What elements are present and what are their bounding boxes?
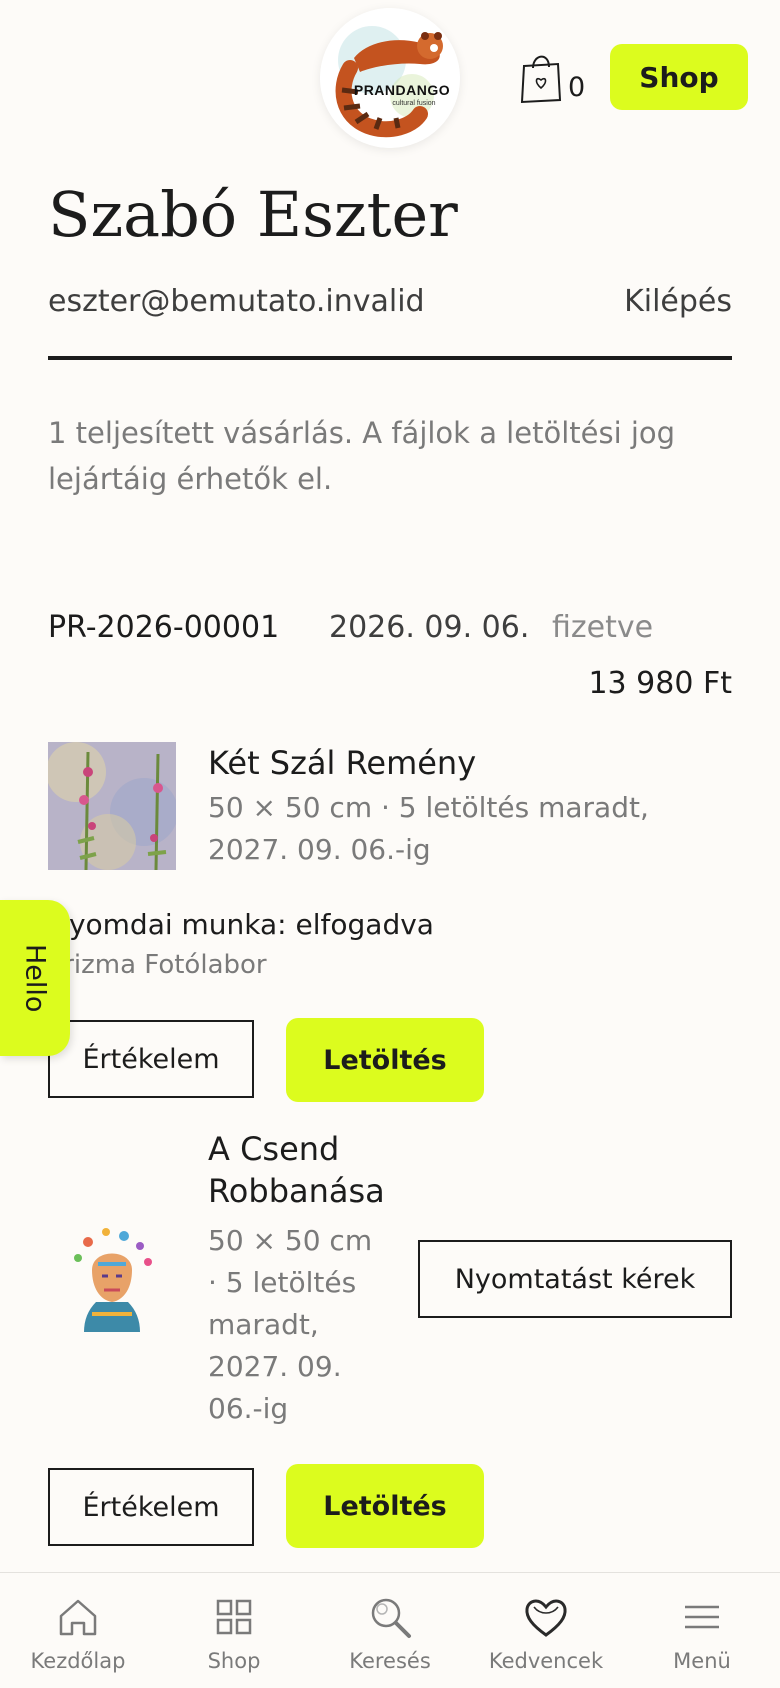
nav-label: Menü (673, 1649, 731, 1673)
item-title: A Csend Robbanása (208, 1130, 385, 1210)
hello-chat-tab[interactable]: Hello (0, 900, 70, 1056)
download-button[interactable]: Letöltés (286, 1018, 484, 1102)
user-email: eszter@bemutato.invalid (48, 284, 425, 319)
order-id: PR-2026-00001 (48, 610, 280, 645)
download-button[interactable]: Letöltés (286, 1464, 484, 1548)
user-name: Szabó Eszter (48, 178, 458, 251)
red-panda-logo-image (320, 8, 460, 148)
logo-wordmark: PRANDANGO (353, 82, 451, 98)
item-meta: 50 × 50 cm · 5 letöltés maradt, 2027. 09… (208, 791, 649, 866)
nav-item-home[interactable]: Kezdőlap (0, 1573, 156, 1688)
print-lab-name: Prizma Fotólabor (48, 950, 267, 980)
print-job-status: Nyomdai munka: elfogadva (48, 908, 434, 941)
review-button[interactable]: Értékelem (48, 1020, 254, 1098)
purchase-summary: 1 teljesített vásárlás. A fájlok a letöl… (48, 416, 676, 496)
nav-label: Keresés (349, 1649, 431, 1673)
brand-logo[interactable]: PRANDANGO cultural fusion (320, 8, 460, 148)
order-total: 13 980 Ft (588, 666, 732, 701)
artwork-thumbnail[interactable] (48, 1214, 176, 1342)
shopping-bag-icon[interactable] (518, 48, 564, 104)
nav-label: Kezdőlap (30, 1649, 126, 1673)
divider (48, 356, 732, 360)
logout-link[interactable]: Kilépés (624, 284, 732, 319)
request-print-button[interactable]: Nyomtatást kérek (418, 1240, 732, 1318)
order-status: fizetve (552, 610, 654, 645)
nav-item-search[interactable]: Keresés (312, 1573, 468, 1688)
cart-count: 0 (568, 72, 586, 103)
item-meta: 50 × 50 cm · 5 letöltés maradt, 2027. 09… (208, 1224, 373, 1425)
bottom-navigation: Kezdőlap Shop Keresés Kedvencek Menü (0, 1572, 780, 1688)
logo-tagline: cultural fusion (392, 100, 436, 107)
nav-label: Shop (207, 1649, 261, 1673)
grid-icon (216, 1599, 252, 1635)
nav-item-menu[interactable]: Menü (624, 1573, 780, 1688)
nav-item-favorites[interactable]: Kedvencek (468, 1573, 624, 1688)
search-icon (371, 1598, 411, 1638)
item-title: Két Szál Remény (208, 744, 477, 782)
nav-item-shop[interactable]: Shop (156, 1573, 312, 1688)
order-date: 2026. 09. 06. (329, 610, 530, 645)
artwork-thumbnail[interactable] (48, 742, 176, 870)
review-button[interactable]: Értékelem (48, 1468, 254, 1546)
menu-icon (685, 1605, 719, 1629)
nav-label: Kedvencek (488, 1649, 604, 1673)
shop-button[interactable]: Shop (610, 44, 748, 110)
hello-label: Hello (19, 943, 51, 1013)
heart-icon (525, 1599, 567, 1637)
home-icon (59, 1599, 97, 1636)
